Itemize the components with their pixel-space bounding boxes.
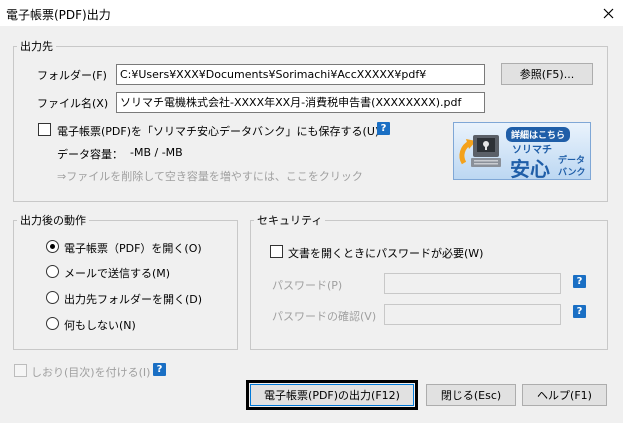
browse-button[interactable]: 参照(F5)...	[501, 63, 593, 85]
window-title: 電子帳票(PDF)出力	[6, 8, 111, 22]
after-output-legend: 出力後の動作	[20, 214, 86, 227]
password-label: パスワード(P)	[272, 279, 343, 292]
folder-input[interactable]: C:¥Users¥XXX¥Documents¥Sorimachi¥AccXXXX…	[116, 64, 485, 85]
radio-send-mail[interactable]	[46, 265, 59, 278]
databank-banner[interactable]: 詳細はこちら ソリマチ 安心 データ バンク	[453, 122, 591, 180]
delete-files-hint-link[interactable]: ⇒ファイルを削除して空き容量を増やすには、ここをクリック	[57, 168, 363, 184]
output-pdf-button[interactable]: 電子帳票(PDF)の出力(F12)	[246, 380, 418, 410]
bookmark-label[interactable]: しおり(目次)を付ける(I)	[31, 364, 150, 380]
banner-main-text: 安心	[510, 157, 550, 180]
security-legend: セキュリティ	[257, 214, 323, 227]
password-input[interactable]	[384, 273, 561, 294]
filename-input[interactable]: ソリマチ電機株式会社-XXXX年XX月-消費税申告書(XXXXXXXX).pdf	[116, 92, 485, 113]
password-required-checkbox[interactable]	[270, 245, 283, 258]
capacity-label: データ容量：	[57, 148, 123, 161]
radio-open-folder-label[interactable]: 出力先フォルダーを開く(D)	[64, 291, 202, 307]
capacity-value: -MB / -MB	[130, 146, 183, 159]
save-to-databank-label[interactable]: 電子帳票(PDF)を「ソリマチ安心データバンク」にも保存する(U)	[57, 123, 379, 139]
filename-label: ファイル名(X)	[37, 97, 109, 110]
password-required-label[interactable]: 文書を開くときにパスワードが必要(W)	[288, 245, 483, 261]
close-icon	[603, 8, 613, 18]
help-button[interactable]: ヘルプ(F1)	[522, 384, 607, 406]
folder-label: フォルダー(F)	[37, 69, 107, 82]
password-help-icon[interactable]: ?	[573, 275, 586, 288]
radio-send-mail-label[interactable]: メールで送信する(M)	[64, 265, 170, 281]
radio-do-nothing[interactable]	[46, 317, 59, 330]
output-destination-legend: 出力先	[20, 40, 53, 53]
bookmark-help-icon[interactable]: ?	[153, 363, 166, 376]
title-bar: 電子帳票(PDF)出力	[0, 0, 623, 26]
close-button[interactable]: 閉じる(Esc)	[426, 384, 516, 406]
password-confirm-label: パスワードの確認(V)	[272, 310, 377, 323]
radio-open-pdf[interactable]	[46, 240, 59, 253]
bookmark-checkbox[interactable]	[14, 364, 27, 377]
banner-bank-text: バンク	[558, 168, 586, 178]
close-window-button[interactable]	[593, 0, 623, 26]
help-icon[interactable]: ?	[377, 122, 390, 135]
banner-details-tag: 詳細はこちら	[506, 127, 571, 142]
radio-open-pdf-label[interactable]: 電子帳票（PDF）を開く(O)	[64, 240, 202, 256]
save-to-databank-checkbox[interactable]	[38, 123, 51, 136]
password-confirm-input[interactable]	[384, 304, 561, 325]
databank-safe-icon	[459, 135, 501, 167]
radio-do-nothing-label[interactable]: 何もしない(N)	[64, 317, 136, 333]
password-confirm-help-icon[interactable]: ?	[573, 305, 586, 318]
radio-open-folder[interactable]	[46, 291, 59, 304]
